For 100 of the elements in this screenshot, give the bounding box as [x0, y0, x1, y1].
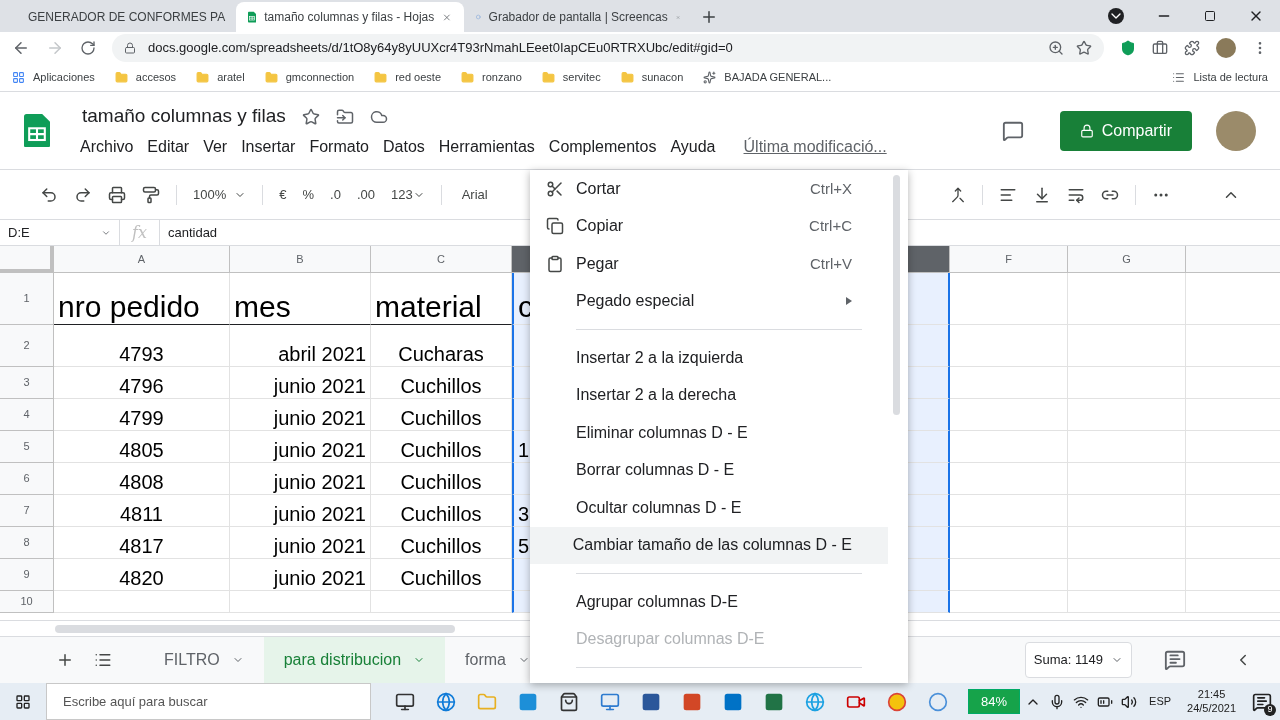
sheet-list-icon[interactable]: [94, 651, 112, 669]
address-field[interactable]: docs.google.com/spreadsheets/d/1tO8y64y8yUUXcr4T93rNmahLEeet0IapCEu0RTRXUbc/edit#gid=0: [112, 34, 1104, 62]
menu-item[interactable]: Archivo: [78, 134, 136, 159]
column-header[interactable]: G: [1068, 246, 1186, 273]
row-header[interactable]: 3: [0, 367, 54, 399]
briefcase-icon[interactable]: [1152, 40, 1168, 56]
move-icon[interactable]: [335, 107, 354, 126]
row-header[interactable]: 2: [0, 325, 54, 367]
column-header[interactable]: F: [950, 246, 1068, 273]
sheet-tab[interactable]: FILTRO: [144, 637, 264, 683]
bookmark[interactable]: red oeste: [374, 69, 442, 86]
name-box[interactable]: D:E: [0, 220, 120, 245]
tab-title: tamaño columnas y filas - Hojas: [264, 9, 435, 25]
browser-icon[interactable]: [436, 691, 456, 712]
new-tab-icon[interactable]: [700, 8, 718, 26]
profile-avatar[interactable]: [1216, 38, 1236, 58]
merge-icon[interactable]: [949, 186, 966, 203]
profile-avatar[interactable]: [1216, 110, 1256, 151]
row-header[interactable]: 4: [0, 399, 54, 431]
undo-icon[interactable]: [40, 185, 58, 204]
clock[interactable]: 21:45 24/5/2021: [1187, 687, 1236, 716]
sum-dropdown[interactable]: Suma: 1149: [1024, 642, 1132, 678]
menu-item[interactable]: Insertar 2 a la izquierda: [530, 339, 888, 377]
bookmark[interactable]: accesos: [114, 69, 177, 86]
extensions-icon[interactable]: [1184, 40, 1200, 56]
column-header[interactable]: B: [230, 246, 371, 273]
bookmark[interactable]: gmconnection: [264, 69, 355, 86]
font-dropdown[interactable]: Arial: [461, 184, 488, 205]
bookmark[interactable]: Aplicaciones: [12, 69, 95, 86]
reading-list[interactable]: Lista de lectura: [1172, 69, 1268, 86]
bookmark[interactable]: aratel: [196, 69, 245, 86]
menu-item[interactable]: Herramientas: [436, 134, 537, 159]
column-header[interactable]: C: [371, 246, 512, 273]
zoom-dropdown[interactable]: 100%: [193, 184, 247, 205]
menu-item[interactable]: Insertar: [239, 134, 298, 159]
paint-format-icon[interactable]: [142, 185, 160, 204]
star-icon[interactable]: [301, 107, 320, 126]
bookmark[interactable]: BAJADA GENERAL...: [703, 69, 832, 86]
browser-tab[interactable]: tamaño columnas y filas - Hojas: [236, 2, 464, 32]
print-icon[interactable]: [108, 185, 126, 204]
row-header[interactable]: 7: [0, 495, 54, 527]
app-icon[interactable]: [600, 691, 620, 712]
share-button[interactable]: Compartir: [1059, 110, 1192, 151]
store-icon[interactable]: [559, 691, 579, 712]
explore-icon[interactable]: [1164, 649, 1186, 671]
menu-item[interactable]: Editar: [145, 134, 192, 159]
row-header[interactable]: 5: [0, 431, 54, 463]
row-header[interactable]: 10: [0, 591, 54, 613]
horizontal-scrollbar[interactable]: [55, 624, 455, 633]
currency-button[interactable]: €: [279, 184, 287, 205]
task-view-icon[interactable]: [395, 691, 415, 712]
menu-item[interactable]: Ayuda: [668, 134, 718, 159]
bookmark[interactable]: sunacon: [620, 69, 684, 86]
shield-icon[interactable]: [1120, 40, 1136, 56]
folder-icon: [541, 71, 555, 84]
scrollbar-thumb[interactable]: [893, 175, 900, 415]
redo-icon[interactable]: [74, 185, 92, 204]
menu-item[interactable]: Copiar Ctrl+C: [530, 207, 888, 245]
add-sheet-icon[interactable]: [56, 651, 74, 669]
recorder-icon[interactable]: [928, 691, 948, 712]
star-icon[interactable]: [1076, 40, 1092, 56]
zoom-icon[interactable]: [1048, 40, 1064, 56]
row-header[interactable]: 9: [0, 559, 54, 591]
maximize-icon[interactable]: [1204, 10, 1216, 22]
document-title[interactable]: tamaño columnas y filas: [82, 102, 286, 131]
app-icon[interactable]: [518, 691, 538, 712]
bookmark[interactable]: servitec: [541, 69, 601, 86]
menu-item[interactable]: Agrupar columnas D-E: [530, 583, 888, 621]
search-field[interactable]: Escribe aquí para buscar: [46, 683, 371, 720]
reload-icon[interactable]: [80, 40, 96, 56]
sheet-tab[interactable]: para distribucion: [263, 637, 446, 683]
outlook-icon[interactable]: [723, 691, 743, 712]
bookmark[interactable]: ronzano: [461, 69, 522, 86]
menu-item[interactable]: Datos: [381, 134, 427, 159]
row-header[interactable]: 1: [0, 273, 54, 325]
menu-item[interactable]: Cambiar tamaño de las columnas D - E: [530, 526, 888, 564]
row-header[interactable]: 8: [0, 527, 54, 559]
menu-item[interactable]: Ver: [201, 134, 230, 159]
menu-item[interactable]: Insertar 2 a la derecha: [530, 376, 888, 414]
folder-icon: [264, 71, 278, 84]
menu-item[interactable]: Complementos: [546, 134, 659, 159]
menu-item[interactable]: Formato: [307, 134, 371, 159]
last-modified-link[interactable]: Última modificació...: [743, 134, 887, 159]
comments-icon[interactable]: [1001, 119, 1024, 142]
powerpoint-icon[interactable]: [682, 691, 702, 712]
word-icon[interactable]: [641, 691, 661, 712]
column-header[interactable]: A: [54, 246, 230, 273]
excel-icon[interactable]: [764, 691, 784, 712]
row-header[interactable]: 6: [0, 463, 54, 495]
percent-button[interactable]: %: [302, 184, 315, 205]
number-format-dropdown[interactable]: 123: [390, 184, 425, 205]
browser-tab[interactable]: GENERADOR DE CONFORMES PA: [8, 2, 236, 32]
back-icon[interactable]: [12, 39, 30, 57]
menu-item[interactable]: Cortar Ctrl+X: [530, 170, 888, 208]
increase-decimals-button[interactable]: .00: [356, 184, 375, 205]
volume-icon[interactable]: [1121, 693, 1138, 710]
decrease-decimals-button[interactable]: .0: [330, 184, 341, 205]
tab-search-icon[interactable]: [1108, 8, 1124, 24]
language-indicator[interactable]: ESP: [1149, 693, 1172, 710]
browser-tab[interactable]: Grabador de pantalla | Screencas: [464, 2, 692, 32]
